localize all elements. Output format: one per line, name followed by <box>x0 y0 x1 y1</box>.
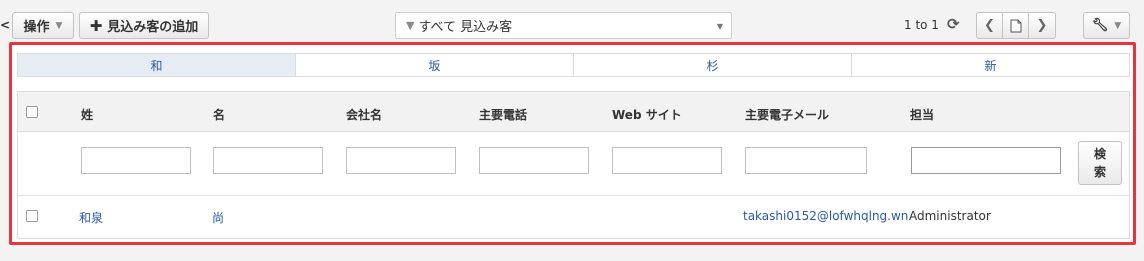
alphabet-filter-bar: 和 坂 杉 新 <box>17 53 1130 77</box>
header-email[interactable]: 主要電子メール <box>745 106 829 123</box>
prev-page-button[interactable]: ❮ <box>977 13 1003 38</box>
pager-button-group: ❮ ❯ <box>976 12 1056 39</box>
list-filter-select[interactable]: ▼ すべて 見込み客 ▼ <box>395 12 732 39</box>
header-last-name[interactable]: 姓 <box>81 106 93 123</box>
list-view-container: 和 坂 杉 新 姓 名 会社名 主要電話 Web サイト 主要電子メール 担当 … <box>9 42 1136 245</box>
chevron-right-icon: ❯ <box>1036 18 1048 33</box>
row-first-name-link[interactable]: 尚 <box>212 209 224 226</box>
row-owner: Administrator <box>909 209 991 223</box>
row-email-link[interactable]: takashi0152@lofwhqlng.wn <box>743 209 908 223</box>
email-search-input[interactable] <box>745 147 867 174</box>
header-owner[interactable]: 担当 <box>910 106 934 123</box>
search-label-2: 索 <box>1093 165 1106 179</box>
header-phone[interactable]: 主要電話 <box>479 106 527 123</box>
actions-label: 操作 <box>23 20 50 35</box>
first-name-search-input[interactable] <box>213 147 323 174</box>
alpha-tab-3[interactable]: 杉 <box>574 54 852 76</box>
export-page-button[interactable] <box>1003 13 1029 38</box>
caret-down-icon: ▼ <box>1114 20 1122 31</box>
filter-value: すべて 見込み客 <box>418 20 513 35</box>
document-icon <box>1010 19 1021 32</box>
chevron-left-edge-icon: < <box>0 18 11 32</box>
header-first-name[interactable]: 名 <box>213 106 225 123</box>
dropdown-caret-icon: ▼ <box>716 22 723 31</box>
pager-text: 1 to 1 <box>904 18 939 32</box>
search-label-1: 検 <box>1093 147 1106 161</box>
header-company[interactable]: 会社名 <box>346 106 382 123</box>
table-row: 和泉 尚 takashi0152@lofwhqlng.wn Administra… <box>18 196 1129 236</box>
filter-icon: ▼ <box>406 19 415 32</box>
company-search-input[interactable] <box>346 147 456 174</box>
leads-table: 姓 名 会社名 主要電話 Web サイト 主要電子メール 担当 検 索 和泉 尚 <box>17 91 1130 239</box>
last-name-search-input[interactable] <box>81 147 191 174</box>
phone-search-input[interactable] <box>479 147 589 174</box>
add-lead-button[interactable]: ✚ 見込み客の追加 <box>79 12 209 39</box>
search-button[interactable]: 検 索 <box>1078 141 1122 185</box>
website-search-input[interactable] <box>612 147 722 174</box>
chevron-left-icon: ❮ <box>984 18 995 33</box>
wrench-icon: 🔧︎ <box>1091 18 1109 33</box>
header-website[interactable]: Web サイト <box>612 106 682 123</box>
alpha-tab-1[interactable]: 和 <box>18 54 296 76</box>
alpha-tab-4[interactable]: 新 <box>852 54 1129 76</box>
select-all-checkbox[interactable] <box>26 106 38 118</box>
table-header-row: 姓 名 会社名 主要電話 Web サイト 主要電子メール 担当 <box>18 92 1129 132</box>
next-page-button[interactable]: ❯ <box>1029 13 1055 38</box>
row-last-name-link[interactable]: 和泉 <box>79 209 103 226</box>
owner-search-input[interactable] <box>911 147 1061 174</box>
row-checkbox[interactable] <box>26 210 38 222</box>
refresh-icon[interactable]: ⟳ <box>947 15 960 33</box>
add-lead-label: 見込み客の追加 <box>107 20 199 35</box>
caret-down-icon: ▼ <box>55 20 63 31</box>
actions-button[interactable]: 操作 ▼ <box>12 12 74 39</box>
alpha-tab-2[interactable]: 坂 <box>296 54 574 76</box>
settings-button[interactable]: 🔧︎ ▼ <box>1083 12 1130 39</box>
plus-icon: ✚ <box>89 16 103 35</box>
search-filter-row: 検 索 <box>18 132 1129 196</box>
